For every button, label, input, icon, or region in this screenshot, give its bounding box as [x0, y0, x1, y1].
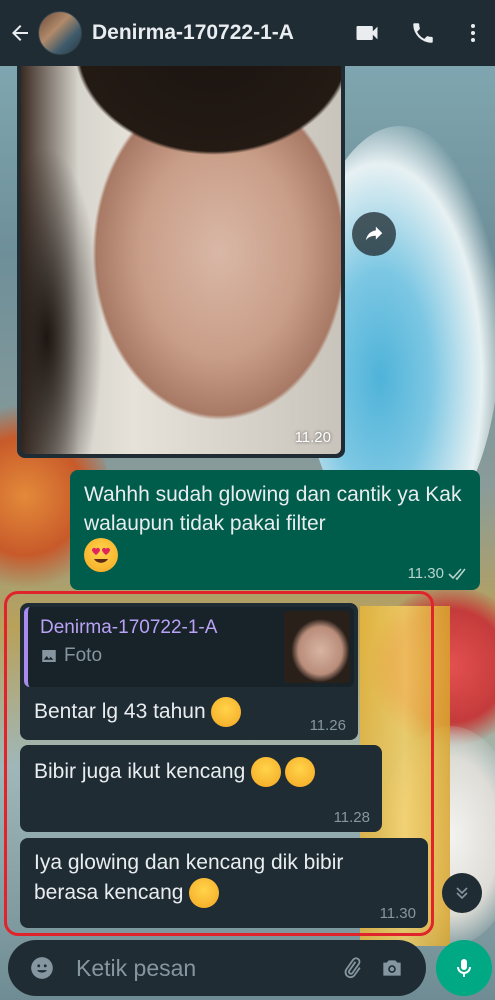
incoming-message[interactable]: Denirma-170722-1-A Foto Bentar lg 43 tah… [20, 603, 358, 740]
message-text: Bibir juga ikut kencang [34, 760, 246, 783]
photo-icon [42, 650, 56, 662]
contact-name[interactable]: Denirma-170722-1-A [92, 21, 339, 45]
camera-icon[interactable] [372, 948, 412, 988]
smiling-face-emoji-icon [251, 757, 282, 788]
double-check-icon [448, 567, 466, 580]
heart-eyes-emoji-icon [84, 538, 118, 572]
photo-message[interactable]: 11.20 [17, 66, 345, 458]
scroll-down-icon[interactable] [442, 873, 482, 913]
message-text: Wahhh sudah glowing dan cantik ya Kak wa… [84, 483, 462, 535]
partying-face-emoji-icon [189, 878, 220, 909]
outgoing-message[interactable]: Wahhh sudah glowing dan cantik ya Kak wa… [70, 470, 480, 590]
selfie-photo[interactable]: 11.20 [21, 66, 341, 454]
phone-icon[interactable] [395, 0, 451, 66]
forward-icon[interactable] [352, 212, 396, 256]
message-composer[interactable]: Ketik pesan [8, 940, 426, 996]
quoted-message[interactable]: Denirma-170722-1-A Foto [24, 607, 354, 687]
message-input[interactable]: Ketik pesan [76, 955, 332, 982]
message-time: 11.28 [333, 809, 370, 826]
incoming-message[interactable]: Iya glowing dan kencang dik bibir berasa… [20, 838, 428, 928]
message-time: 11.30 [379, 905, 416, 922]
more-vert-icon[interactable] [451, 0, 495, 66]
emoji-icon[interactable] [22, 948, 62, 988]
video-call-icon[interactable] [339, 0, 395, 66]
message-time: 11.20 [294, 429, 331, 446]
back-arrow-icon[interactable] [2, 0, 38, 66]
quote-thumbnail [284, 611, 350, 683]
message-time: 11.30 [407, 565, 444, 582]
smiling-face-emoji-icon [211, 697, 242, 728]
attach-icon[interactable] [332, 948, 372, 988]
contact-avatar[interactable] [38, 11, 82, 55]
chat-header: Denirma-170722-1-A [0, 0, 495, 66]
incoming-message[interactable]: Bibir juga ikut kencang 11.28 [20, 745, 382, 832]
mic-button[interactable] [436, 940, 492, 996]
message-time: 11.26 [309, 717, 346, 734]
quote-type: Foto [64, 645, 103, 666]
mic-icon [457, 959, 471, 977]
message-text: Bentar lg 43 tahun [34, 700, 206, 723]
smiling-face-emoji-icon [285, 757, 316, 788]
